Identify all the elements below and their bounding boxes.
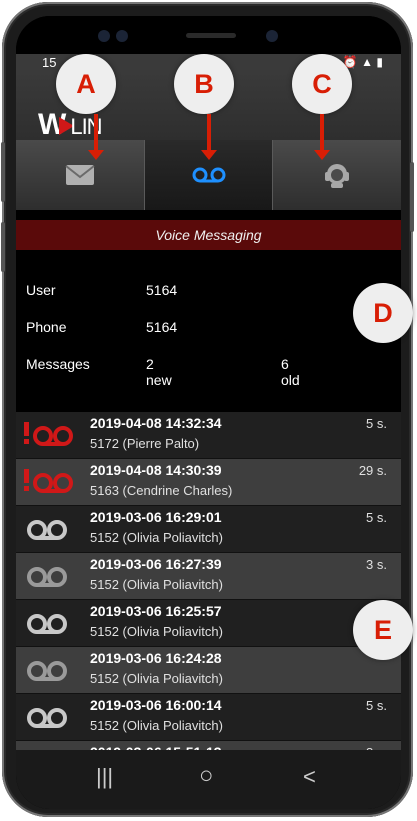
- home-button[interactable]: ○: [199, 762, 214, 790]
- speaker-grille: [186, 33, 236, 38]
- tab-messages[interactable]: [16, 140, 145, 210]
- voicemail-caller: 5152 (Olivia Poliavitch): [90, 530, 223, 545]
- phone-label: Phone: [26, 319, 67, 335]
- voicemail-row[interactable]: 2019-04-08 14:30:39 5163 (Cendrine Charle…: [16, 459, 401, 506]
- voicemail-icon: [27, 520, 67, 540]
- headset-icon: [325, 164, 350, 188]
- sensor-icon: [98, 30, 110, 42]
- volume-button: [1, 142, 5, 202]
- arrow-c-icon: [314, 114, 330, 160]
- bixby-button: [1, 222, 5, 272]
- back-button[interactable]: <: [303, 764, 316, 790]
- messages-old-count: 6 old: [281, 356, 300, 388]
- voicemail-caller: 5152 (Olivia Poliavitch): [90, 624, 223, 639]
- voicemail-date: 2019-03-06 16:24:28: [90, 650, 222, 666]
- voicemail-row[interactable]: 2019-03-06 16:24:28 5152 (Olivia Poliavit…: [16, 647, 401, 694]
- user-label: User: [26, 282, 56, 298]
- arrow-a-icon: [88, 114, 104, 160]
- voicemail-duration: 5 s.: [366, 698, 387, 713]
- status-icons: ⏰ ▲ ▮: [342, 55, 383, 69]
- voicemail-row[interactable]: 2019-03-06 16:27:39 5152 (Olivia Poliavit…: [16, 553, 401, 600]
- voicemail-icon: [27, 614, 67, 634]
- phone-value: 5164: [146, 319, 178, 335]
- sensor-icon: [116, 30, 128, 42]
- marker-a: A: [56, 54, 116, 114]
- user-value: 5164: [146, 282, 178, 298]
- power-button: [410, 162, 414, 232]
- voicemail-date: 2019-03-06 16:25:57: [90, 603, 222, 619]
- voicemail-caller: 5172 (Pierre Palto): [90, 436, 200, 451]
- envelope-icon: [65, 165, 95, 185]
- voicemail-duration: 5 s.: [366, 510, 387, 525]
- voicemail-row[interactable]: 2019-03-06 16:25:57 5152 (Olivia Poliavit…: [16, 600, 401, 647]
- recent-apps-button[interactable]: |||: [96, 764, 113, 790]
- section-title: Voice Messaging: [16, 220, 401, 250]
- mailbox-info: User 5164 Phone 5164 Messages 2 new 6 ol…: [16, 252, 401, 412]
- status-time: 15: [42, 55, 57, 70]
- camera-area: [16, 16, 401, 52]
- voicemail-duration: 29 s.: [358, 463, 387, 478]
- new-voicemail-icon: [24, 469, 73, 493]
- voicemail-duration: 5 s.: [366, 416, 387, 431]
- tab-operator[interactable]: [273, 140, 401, 210]
- voicemail-row[interactable]: 2019-03-06 16:00:14 5152 (Olivia Poliavit…: [16, 694, 401, 741]
- marker-b: B: [174, 54, 234, 114]
- voicemail-date: 2019-04-08 14:32:34: [90, 415, 222, 431]
- voicemail-duration: 3 s.: [366, 557, 387, 572]
- voicemail-caller: 5152 (Olivia Poliavitch): [90, 671, 223, 686]
- voicemail-icon: [27, 708, 67, 728]
- new-voicemail-icon: [24, 422, 73, 446]
- marker-c: C: [292, 54, 352, 114]
- voicemail-caller: 5152 (Olivia Poliavitch): [90, 577, 223, 592]
- voicemail-icon: [27, 661, 67, 681]
- voicemail-row[interactable]: 2019-03-06 16:29:01 5152 (Olivia Poliavit…: [16, 506, 401, 553]
- voicemail-icon: [27, 567, 67, 587]
- voicemail-caller: 5163 (Cendrine Charles): [90, 483, 233, 498]
- voicemail-list: 2019-04-08 14:32:34 5172 (Pierre Palto) 5 …: [16, 412, 401, 750]
- messages-label: Messages: [26, 356, 90, 372]
- voicemail-row[interactable]: 2019-04-08 14:32:34 5172 (Pierre Palto) 5 …: [16, 412, 401, 459]
- marker-e: E: [353, 600, 413, 660]
- android-nav-bar: ||| ○ <: [16, 750, 401, 809]
- voicemail-date: 2019-03-06 16:00:14: [90, 697, 222, 713]
- voicemail-date: 2019-03-06 16:29:01: [90, 509, 222, 525]
- voicemail-date: 2019-03-06 16:27:39: [90, 556, 222, 572]
- marker-d: D: [353, 283, 413, 343]
- front-camera-icon: [266, 30, 278, 42]
- voicemail-date: 2019-04-08 14:30:39: [90, 462, 222, 478]
- voicemail-row[interactable]: 2019-03-06 15:51:138 s.: [16, 741, 401, 750]
- messages-new-count: 2 new: [146, 356, 172, 388]
- voicemail-icon: [192, 167, 225, 183]
- arrow-b-icon: [201, 114, 217, 160]
- voicemail-caller: 5152 (Olivia Poliavitch): [90, 718, 223, 733]
